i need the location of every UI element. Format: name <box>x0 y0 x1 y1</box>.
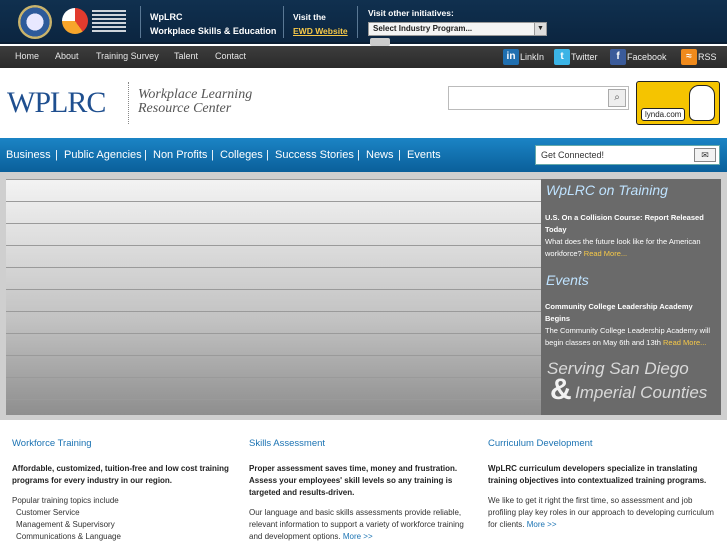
topic-item[interactable]: Communications & Language <box>12 531 242 543</box>
twitter-icon: t <box>554 49 570 65</box>
top-nav: Home About Training Survey Talent Contac… <box>0 46 727 68</box>
skills-assessment-column: Skills Assessment Proper assessment save… <box>249 438 479 543</box>
twitter-link[interactable]: t Twitter <box>554 49 598 65</box>
nav-contact[interactable]: Contact <box>215 51 246 61</box>
news-sidebar: WpLRC on Training U.S. On a Collision Co… <box>541 179 721 415</box>
more-link[interactable]: More >> <box>343 532 373 541</box>
nav-public-agencies[interactable]: Public Agencies <box>64 149 142 161</box>
facebook-icon: f <box>610 49 626 65</box>
nav-about[interactable]: About <box>55 51 79 61</box>
nav-success-stories[interactable]: Success Stories <box>275 149 354 161</box>
nav-news[interactable]: News <box>366 149 394 161</box>
nav-training-survey[interactable]: Training Survey <box>96 51 159 61</box>
top-bar: WpLRC Workplace Skills & Education Visit… <box>0 0 727 46</box>
curriculum-development-column: Curriculum Development WpLRC curriculum … <box>488 438 718 531</box>
nav-talent[interactable]: Talent <box>174 51 198 61</box>
more-link[interactable]: More >> <box>527 520 557 529</box>
events-article-body: The Community College Leadership Academy… <box>545 326 711 347</box>
column-lead: WpLRC curriculum developers specialize i… <box>488 464 707 485</box>
feature-columns: Workforce Training Affordable, customize… <box>0 420 727 545</box>
nav-business[interactable]: Business <box>6 149 51 161</box>
brand-logo[interactable]: WPLRC <box>7 86 106 120</box>
training-heading: WpLRC on Training <box>546 182 668 198</box>
search-icon[interactable]: ⌕ <box>608 89 626 107</box>
read-more-link[interactable]: Read More... <box>663 338 706 347</box>
training-article-title[interactable]: U.S. On a Collision Course: Report Relea… <box>545 212 717 236</box>
hero-slideshow[interactable] <box>6 179 541 415</box>
lynda-banner[interactable]: lynda.com <box>636 81 720 125</box>
state-seal-logo <box>18 5 52 39</box>
industry-program-select[interactable]: Select Industry Program... ▼ <box>368 22 547 36</box>
column-heading[interactable]: Workforce Training <box>12 438 242 449</box>
search-input[interactable]: ⌕ <box>448 86 629 110</box>
economic-development-logo <box>62 8 126 36</box>
envelope-icon[interactable]: ✉ <box>694 148 716 162</box>
nav-colleges[interactable]: Colleges <box>220 149 263 161</box>
column-heading[interactable]: Skills Assessment <box>249 438 479 449</box>
facebook-link[interactable]: f Facebook <box>610 49 667 65</box>
training-article-body: What does the future look like for the A… <box>545 237 701 258</box>
brand-subtitle: Workplace Learning Resource Center <box>138 87 253 116</box>
other-initiatives-label: Visit other initiatives: <box>368 8 454 18</box>
hero-section: WpLRC on Training U.S. On a Collision Co… <box>0 172 727 420</box>
column-heading[interactable]: Curriculum Development <box>488 438 718 449</box>
rss-link[interactable]: ≈ RSS <box>681 49 717 65</box>
go-button[interactable] <box>370 38 390 46</box>
lynda-face-icon <box>689 85 715 121</box>
site-header: WPLRC Workplace Learning Resource Center… <box>0 68 727 138</box>
workforce-training-column: Workforce Training Affordable, customize… <box>12 438 242 543</box>
column-body: We like to get it right the first time, … <box>488 496 714 529</box>
ewd-website-link[interactable]: EWD Website <box>293 26 348 36</box>
events-heading: Events <box>546 272 589 288</box>
serving-banner: Serving San Diego & Imperial Counties <box>547 359 708 406</box>
column-lead: Proper assessment saves time, money and … <box>249 464 458 497</box>
topics-list: Popular training topics include Customer… <box>12 495 242 543</box>
lynda-label: lynda.com <box>641 108 686 121</box>
topic-item[interactable]: Customer Service <box>12 507 242 519</box>
nav-home[interactable]: Home <box>15 51 39 61</box>
topic-item[interactable]: Management & Supervisory <box>12 519 242 531</box>
get-connected-field[interactable]: Get Connected! ✉ <box>535 145 720 165</box>
nav-events[interactable]: Events <box>407 149 441 161</box>
column-lead: Affordable, customized, tuition-free and… <box>12 464 229 485</box>
linkedin-link[interactable]: in LinkIn <box>503 49 544 65</box>
nav-non-profits[interactable]: Non Profits <box>153 149 207 161</box>
visit-ewd: Visit the EWD Website <box>293 12 348 36</box>
site-title: WpLRC Workplace Skills & Education <box>150 12 277 36</box>
events-article-title[interactable]: Community College Leadership Academy Beg… <box>545 301 717 325</box>
chevron-down-icon: ▼ <box>534 23 546 35</box>
linkedin-icon: in <box>503 49 519 65</box>
rss-icon: ≈ <box>681 49 697 65</box>
read-more-link[interactable]: Read More... <box>584 249 627 258</box>
column-body: Our language and basic skills assessment… <box>249 508 464 541</box>
audience-nav: Business | Public Agencies | Non Profits… <box>0 138 727 172</box>
